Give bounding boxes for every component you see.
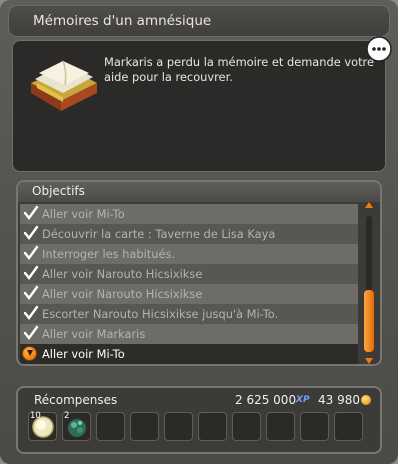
xp-reward-value: 2 625 000 [235, 393, 297, 407]
rewards-panel: Récompenses 2 625 000 XP 43 980 10 2 [16, 386, 382, 454]
objective-label: Découvrir la carte : Taverne de Lisa Kay… [42, 227, 276, 241]
objective-label: Aller voir Narouto Hicsixikse [42, 287, 203, 301]
checkmark-icon [23, 265, 39, 280]
checkmark-icon [23, 205, 39, 220]
objective-row[interactable]: Interroger les habitués. [20, 244, 358, 264]
objective-row[interactable]: Escorter Narouto Hicsixikse jusqu'à Mi-T… [20, 304, 358, 324]
objective-label: Interroger les habitués. [42, 247, 176, 261]
rewards-title: Récompenses [34, 393, 118, 407]
reward-slot-empty [266, 412, 295, 441]
objective-label: Aller voir Narouto Hicsixikse [42, 267, 203, 281]
reward-slot-empty [164, 412, 193, 441]
reward-slot[interactable]: 2 [62, 411, 91, 441]
kama-coin-icon [361, 395, 371, 405]
objective-row[interactable]: Aller voir Mi-To [20, 204, 358, 224]
quest-description: Markaris a perdu la mémoire et demande v… [104, 55, 374, 84]
current-objective-arrow-icon [22, 346, 37, 361]
objective-row[interactable]: Aller voir Markaris [20, 324, 358, 344]
objective-row[interactable]: Aller voir Narouto Hicsixikse [20, 284, 358, 304]
objectives-title: Objectifs [32, 184, 85, 198]
quest-description-panel: Markaris a perdu la mémoire et demande v… [12, 36, 392, 172]
objectives-panel: Objectifs Aller voir Mi-To Découvrir la … [16, 180, 382, 366]
objective-row[interactable]: Aller voir Narouto Hicsixikse [20, 264, 358, 284]
reward-slot-empty [232, 412, 261, 441]
scroll-down-arrow-icon[interactable] [365, 358, 373, 364]
checkmark-icon [23, 285, 39, 300]
objective-label: Aller voir Markaris [42, 327, 146, 341]
reward-quantity: 2 [64, 411, 70, 421]
checkmark-icon [23, 245, 39, 260]
checkmark-icon [23, 225, 39, 240]
quest-title: Mémoires d'un amnésique [33, 13, 212, 29]
reward-slot[interactable]: 10 [28, 411, 57, 441]
objectives-header: Objectifs [18, 182, 380, 202]
scroll-up-arrow-icon[interactable] [365, 202, 373, 208]
scroll-thumb[interactable] [364, 290, 374, 352]
objectives-scrollbar[interactable] [362, 202, 376, 364]
checkmark-icon [23, 305, 39, 320]
checkmark-icon [23, 325, 39, 340]
reward-slot-empty [334, 412, 363, 441]
kamas-reward-value: 43 980 [318, 393, 360, 407]
reward-slot-empty [96, 412, 125, 441]
objective-label: Aller voir Mi-To [42, 207, 125, 221]
quest-book-icon [31, 60, 97, 111]
objective-label: Escorter Narouto Hicsixikse jusqu'à Mi-T… [42, 307, 279, 321]
reward-quantity: 10 [30, 411, 41, 421]
title-bar: Mémoires d'un amnésique [8, 5, 390, 37]
objective-row-current[interactable]: Aller voir Mi-To [20, 344, 358, 364]
chat-bubble-icon[interactable] [365, 35, 393, 63]
reward-slot-empty [300, 412, 329, 441]
objective-label: Aller voir Mi-To [42, 347, 125, 361]
objective-row[interactable]: Découvrir la carte : Taverne de Lisa Kay… [20, 224, 358, 244]
reward-slot-empty [130, 412, 159, 441]
xp-icon: XP [296, 395, 310, 405]
reward-slot-empty [198, 412, 227, 441]
quest-window: Mémoires d'un amnésique Markaris a perdu… [0, 0, 398, 464]
